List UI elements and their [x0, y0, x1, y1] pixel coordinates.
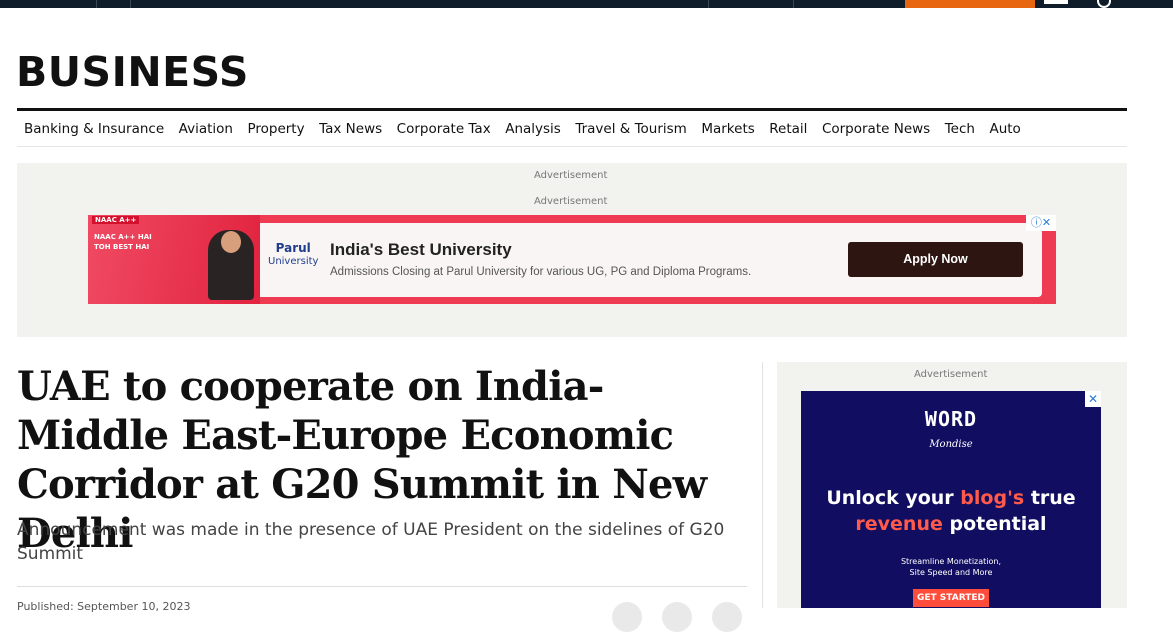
share-whatsapp-icon[interactable]: [712, 602, 742, 632]
ad-headline[interactable]: India's Best University: [330, 240, 512, 260]
subscribe-button[interactable]: [905, 0, 1035, 8]
nav-item-markets[interactable]: Markets: [701, 120, 754, 138]
section-divider: [17, 108, 1127, 111]
ad-choices-close-icon[interactable]: ⓘ✕: [1026, 215, 1056, 231]
ad-left-line: NAAC A++ HAI: [94, 233, 152, 241]
brand-sub: University: [268, 256, 319, 267]
nav-item-aviation[interactable]: Aviation: [179, 120, 233, 138]
topbar-divider: [130, 0, 131, 8]
nav-item-tax-news[interactable]: Tax News: [319, 120, 382, 138]
nav-item-corporate-tax[interactable]: Corporate Tax: [397, 120, 491, 138]
headline-part: true: [1024, 487, 1076, 509]
wordmondise-ad-banner[interactable]: ✕ WORD Mondise Unlock your blog's true r…: [801, 391, 1101, 608]
headline-highlight: revenue: [855, 513, 943, 535]
menu-icon[interactable]: [1044, 0, 1068, 4]
side-ad-subtext-line: Site Speed and More: [909, 568, 993, 577]
nav-item-auto[interactable]: Auto: [989, 120, 1020, 138]
nav-item-travel-tourism[interactable]: Travel & Tourism: [575, 120, 687, 138]
topbar-divider: [708, 0, 709, 8]
share-twitter-icon[interactable]: [662, 602, 692, 632]
side-ad-subtext: Streamline Monetization, Site Speed and …: [801, 556, 1101, 578]
brand-name: Parul: [275, 241, 311, 255]
ad-label: Advertisement: [534, 196, 608, 207]
top-navigation-bar: [0, 0, 1173, 8]
nav-item-corporate-news[interactable]: Corporate News: [822, 120, 930, 138]
article-standfirst: Announcement was made in the presence of…: [17, 520, 725, 564]
section-nav: Banking & Insurance Aviation Property Ta…: [24, 120, 1035, 138]
nav-item-banking-insurance[interactable]: Banking & Insurance: [24, 120, 164, 138]
ad-left-line: TOH BEST HAI: [94, 243, 150, 251]
nav-item-property[interactable]: Property: [247, 120, 304, 138]
headline-part: Unlock your: [826, 487, 961, 509]
ad-label: Advertisement: [534, 170, 608, 181]
side-ad-subtext-line: Streamline Monetization,: [900, 557, 1002, 566]
share-facebook-icon[interactable]: [612, 602, 642, 632]
apply-now-button[interactable]: Apply Now: [848, 242, 1023, 277]
nav-item-analysis[interactable]: Analysis: [505, 120, 561, 138]
close-icon[interactable]: ✕: [1085, 391, 1101, 407]
parul-logo: Parul University: [268, 241, 318, 269]
word-logo-sub: Mondise: [929, 439, 973, 450]
nav-item-retail[interactable]: Retail: [769, 120, 807, 138]
nav-divider: [17, 146, 1127, 147]
side-ad-headline: Unlock your blog's true revenue potentia…: [801, 485, 1101, 537]
word-logo: WORD: [924, 407, 978, 431]
article-byline: Published: September 10, 2023: [17, 600, 191, 613]
column-divider: [762, 362, 763, 608]
nav-item-tech[interactable]: Tech: [945, 120, 975, 138]
headline-part: potential: [942, 513, 1047, 535]
ad-left-text: NAAC A++ HAI TOH BEST HAI: [94, 232, 152, 252]
ad-label: Advertisement: [914, 369, 988, 380]
ad-person-face: [221, 231, 241, 253]
headline-highlight: blog's: [960, 487, 1025, 509]
topbar-divider: [96, 0, 97, 8]
get-started-button[interactable]: GET STARTED: [913, 589, 989, 607]
university-ad-banner[interactable]: NAAC A++ NAAC A++ HAI TOH BEST HAI Parul…: [88, 215, 1056, 304]
article-divider: [17, 586, 747, 587]
section-title[interactable]: BUSINESS: [16, 48, 249, 96]
ad-subtext: Admissions Closing at Parul University f…: [330, 266, 752, 278]
naac-badge: NAAC A++: [92, 216, 140, 224]
topbar-divider: [793, 0, 794, 8]
search-icon[interactable]: [1097, 0, 1111, 8]
